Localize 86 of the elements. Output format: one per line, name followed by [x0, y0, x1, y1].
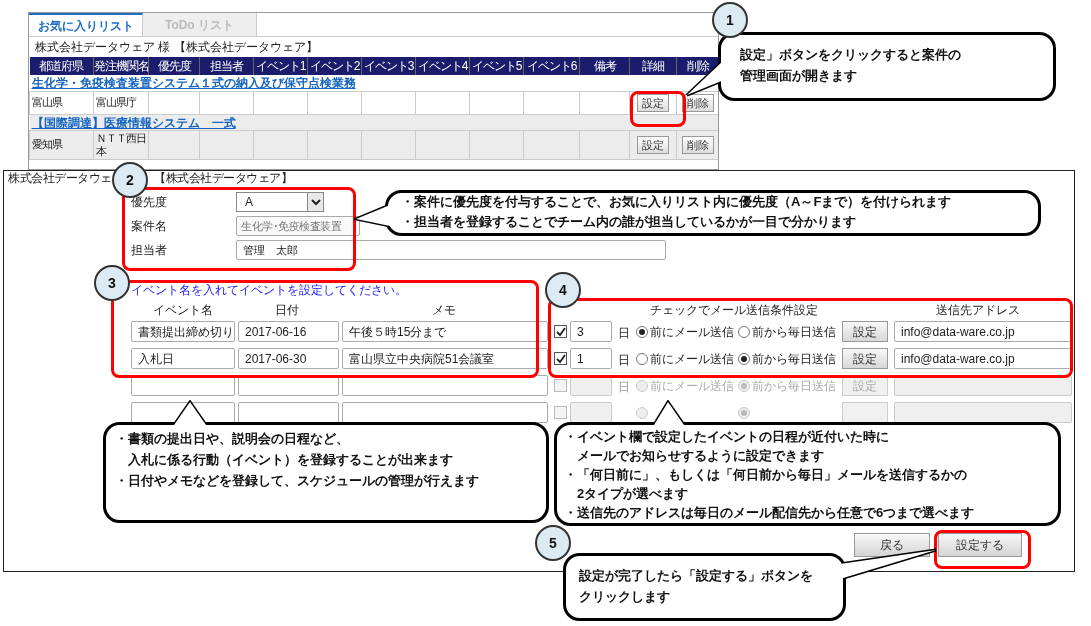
- table-cell-text: 本: [96, 144, 108, 158]
- table-cell-text: ＮＴＴ西日: [96, 131, 146, 145]
- callout-text: メールでお知らせするように設定できます: [576, 447, 824, 465]
- radio-button[interactable]: [738, 352, 750, 365]
- days-field[interactable]: 3: [570, 321, 612, 342]
- column-header: 詳細: [629, 57, 677, 75]
- text-field[interactable]: 生化学･免疫検査装置: [236, 216, 360, 236]
- days-field[interactable]: 1: [570, 348, 612, 369]
- radio-label: 前から毎日送信: [752, 350, 836, 368]
- memo-field[interactable]: 午後５時15分まで: [342, 321, 548, 342]
- column-header: 日付: [275, 302, 299, 317]
- radio-label: 前にメール送信: [650, 350, 734, 368]
- account-name: 株式会社データウェ: [8, 171, 112, 185]
- column-header: イベント6: [523, 57, 580, 75]
- date-field[interactable]: 2017-06-16: [238, 321, 339, 342]
- memo-field[interactable]: 富山県立中央病院51会議室: [342, 348, 548, 369]
- callout-text: 管理画面が開きます: [740, 67, 857, 85]
- email-field[interactable]: info@data-ware.co.jp: [894, 348, 1072, 369]
- column-header: イベント5: [469, 57, 524, 75]
- column-header: 備考: [579, 57, 630, 75]
- instruction-text: イベント名を入れてイベントを設定してください。: [131, 283, 407, 297]
- account-name: 【株式会社データウェア】: [154, 171, 292, 185]
- callout-text: ・担当者を登録することでチーム内の誰が担当しているかが一目で分かります: [401, 213, 856, 231]
- callout-text: 2タイプが選べます: [576, 485, 689, 503]
- email-field[interactable]: info@data-ware.co.jp: [894, 321, 1072, 342]
- radio-button[interactable]: [636, 325, 648, 338]
- column-header: 優先度: [148, 57, 200, 75]
- callout-text: 入札に係る行動（イベント）を登録することが出来ます: [127, 451, 453, 469]
- callout-text: ・送信先のアドレスは毎日のメール配信先から任意で6つまで選べます: [564, 504, 975, 522]
- callout-text: ・「何日前に」、もしくは「何日前から毎日」メールを送信するかの: [564, 466, 967, 484]
- callout-text: ・イベント欄で設定したイベントの日程が近付いた時に: [564, 428, 889, 446]
- column-header: イベント1: [253, 57, 308, 75]
- column-header: メモ: [432, 302, 456, 317]
- table-cell-text: 愛知県: [32, 138, 64, 151]
- callout-text: 設定」ボタンをクリックすると案件の: [740, 46, 961, 64]
- radio-button[interactable]: [636, 352, 648, 365]
- highlight-frame: [630, 91, 686, 127]
- priority-select[interactable]: A: [236, 192, 324, 212]
- field-label: 担当者: [131, 242, 168, 259]
- settings-button[interactable]: 設定: [842, 321, 888, 342]
- column-header: イベント3: [361, 57, 416, 75]
- radio-button[interactable]: [738, 325, 750, 338]
- tab[interactable]: お気に入りリスト: [29, 13, 143, 36]
- days-field[interactable]: [570, 402, 612, 423]
- callout-text: 設定が完了したら「設定する」ボタンを: [579, 567, 813, 585]
- field-label: 案件名: [131, 218, 168, 235]
- date-field[interactable]: 2017-06-30: [238, 348, 339, 369]
- column-header: チェックでメール送信条件設定: [650, 302, 818, 317]
- column-header: 担当者: [199, 57, 254, 75]
- column-header: イベント4: [415, 57, 470, 75]
- radio-label: 前から毎日送信: [752, 377, 836, 395]
- submit-button[interactable]: 設定する: [938, 533, 1022, 557]
- delete-button[interactable]: 削除: [681, 135, 714, 154]
- checkbox[interactable]: [554, 325, 567, 338]
- unit-label: 日: [618, 325, 630, 340]
- table-cell-text: 富山県庁: [96, 96, 137, 109]
- unit-label: 日: [618, 352, 630, 367]
- memo-field[interactable]: [342, 402, 548, 423]
- back-button[interactable]: 戻る: [854, 533, 930, 557]
- project-link[interactable]: 生化学・免疫検査装置システム１式の納入及び保守点検業務: [31, 76, 356, 91]
- settings-button[interactable]: 設定: [637, 135, 669, 154]
- settings-button[interactable]: [842, 402, 888, 423]
- checkbox[interactable]: [554, 352, 567, 365]
- event-name-field[interactable]: 書類提出締め切り: [131, 321, 235, 342]
- email-field[interactable]: [894, 402, 1072, 423]
- callout-text: ・案件に優先度を付与することで、お気に入りリスト内に優先度（A～Fまで）を付けられます: [401, 193, 952, 211]
- event-name-field[interactable]: 入札日: [131, 348, 235, 369]
- column-header: 都道府県: [29, 57, 94, 75]
- chevron-down-icon: [307, 193, 323, 211]
- radio-label: 前から毎日送信: [752, 323, 836, 341]
- unit-label: 日: [618, 379, 630, 394]
- date-field[interactable]: [238, 402, 339, 423]
- step-number-badge: 1: [712, 2, 748, 38]
- radio-label: 前にメール送信: [650, 377, 734, 395]
- radio-label: 前にメール送信: [650, 323, 734, 341]
- settings-button[interactable]: 設定: [842, 348, 888, 369]
- column-header: 発注機関名: [93, 57, 149, 75]
- table-cell-text: 富山県: [32, 96, 64, 109]
- column-header: イベント2: [307, 57, 362, 75]
- callout-text: ・書類の提出日や、説明会の日程など、: [115, 430, 349, 448]
- callout-text: クリックします: [579, 588, 670, 606]
- column-header: 送信先アドレス: [936, 302, 1020, 317]
- column-header: イベント名: [153, 302, 213, 317]
- account-name: 株式会社データウェア 様 【株式会社データウェア】: [35, 39, 318, 56]
- text-field[interactable]: 管理 太郎: [236, 240, 666, 260]
- callout-text: ・日付やメモなどを登録して、スケジュールの管理が行えます: [115, 472, 479, 490]
